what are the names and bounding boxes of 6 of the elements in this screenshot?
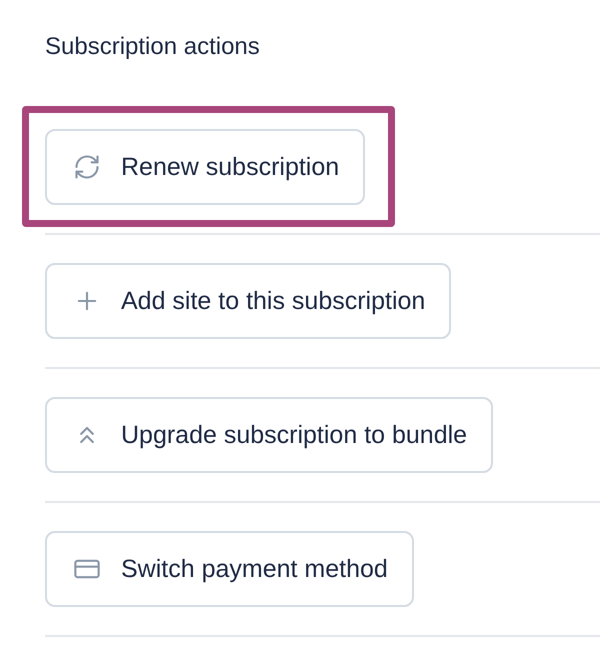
action-button[interactable]: Upgrade subscription to bundle <box>45 397 494 473</box>
section-title: Subscription actions <box>45 32 261 62</box>
action-button[interactable]: Switch payment method <box>45 531 414 607</box>
refresh-icon <box>73 153 101 181</box>
action-button[interactable]: Renew subscription <box>45 129 366 205</box>
action-button[interactable]: Add site to this subscription <box>45 263 452 339</box>
